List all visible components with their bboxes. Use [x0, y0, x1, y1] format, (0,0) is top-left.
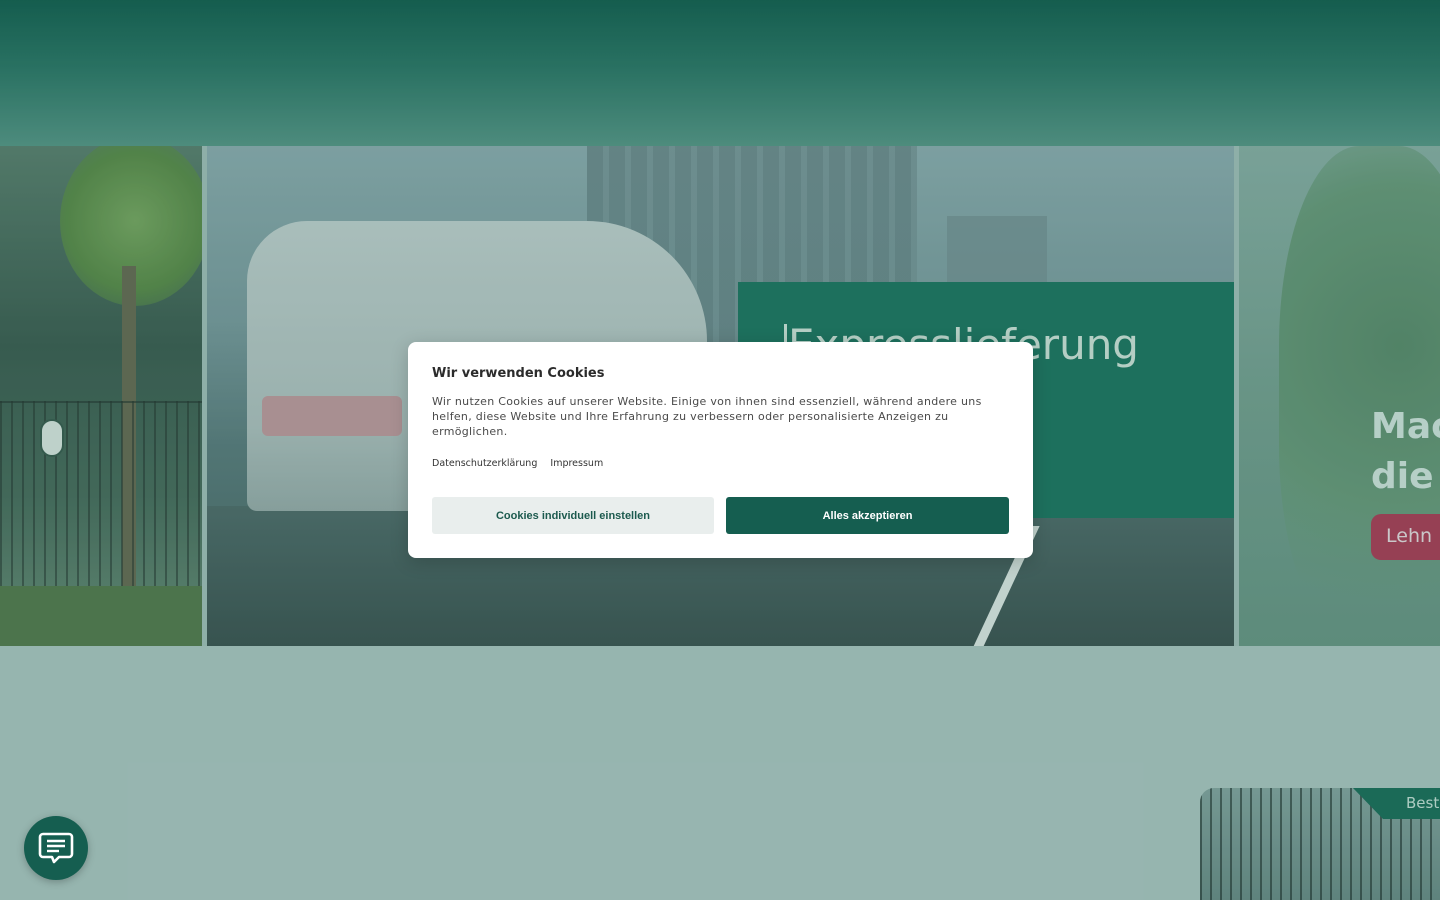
cookie-dialog-buttons: Cookies individuell einstellen Alles akz…	[432, 497, 1009, 534]
van-taillight	[262, 396, 402, 436]
cookie-dialog-text: Wir nutzen Cookies auf unserer Website. …	[432, 395, 982, 438]
slide-next[interactable]: Mac die Lehn	[1239, 146, 1440, 646]
slide-next-title-line2: die	[1371, 456, 1434, 497]
slide-next-title-line1: Mac	[1371, 406, 1440, 447]
cookie-consent-dialog: Wir verwenden Cookies Wir nutzen Cookies…	[408, 342, 1033, 558]
fence-image	[0, 401, 202, 591]
site-header	[0, 0, 1440, 146]
door-handle-icon	[40, 419, 64, 457]
grass-image	[0, 586, 202, 646]
privacy-policy-link[interactable]: Datenschutzerklärung	[432, 458, 537, 469]
imprint-link[interactable]: Impressum	[550, 458, 603, 469]
slide-previous[interactable]	[0, 146, 202, 646]
accept-all-cookies-button[interactable]: Alles akzeptieren	[726, 497, 1009, 534]
cookie-dialog-title: Wir verwenden Cookies	[432, 366, 605, 381]
customize-cookies-button[interactable]: Cookies individuell einstellen	[432, 497, 714, 534]
cookie-dialog-links: Datenschutzerklärung Impressum	[432, 458, 1009, 469]
slide-next-title: Mac die	[1371, 402, 1440, 502]
tree-image	[1279, 146, 1440, 646]
chat-button[interactable]	[24, 816, 88, 880]
slide-next-cta-button[interactable]: Lehn	[1371, 514, 1440, 560]
chat-icon	[38, 832, 74, 864]
